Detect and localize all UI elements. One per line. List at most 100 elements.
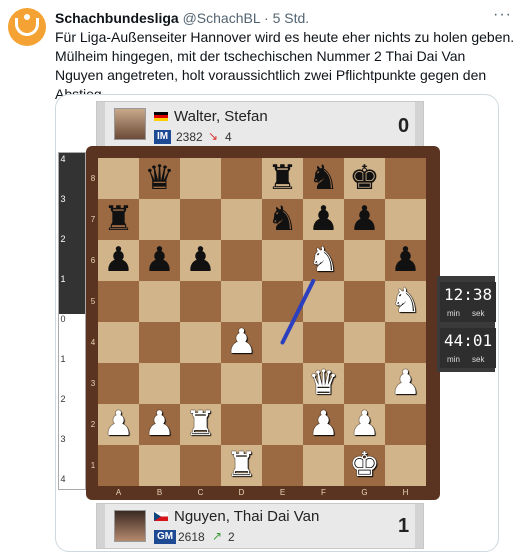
tweet-time[interactable]: 5 Std. [273, 10, 310, 26]
square-c3[interactable] [180, 363, 221, 404]
top-player-score: 0 [398, 115, 410, 137]
bottom-player-title-badge: GM [154, 530, 177, 544]
square-b7[interactable] [139, 199, 180, 240]
header-separator: · [264, 10, 269, 26]
square-f4[interactable] [303, 322, 344, 363]
square-d2[interactable] [221, 404, 262, 445]
eval-tick-label: 1 [60, 274, 66, 284]
top-clock-sec-label: sek [472, 309, 485, 318]
square-e2[interactable] [262, 404, 303, 445]
square-a1[interactable] [98, 445, 139, 486]
black-knight-piece[interactable]: ♞ [262, 199, 303, 240]
author-name[interactable]: Schachbundesliga [55, 10, 179, 26]
top-player-flag-icon [154, 112, 168, 121]
square-g5[interactable] [344, 281, 385, 322]
black-pawn-piece[interactable]: ♟ [344, 199, 385, 240]
square-c4[interactable] [180, 322, 221, 363]
black-pawn-piece[interactable]: ♟ [303, 199, 344, 240]
top-clock-min-label: min [447, 309, 460, 318]
top-player-delta: 4 [225, 130, 232, 144]
square-g3[interactable] [344, 363, 385, 404]
eval-tick-label: 4 [60, 154, 66, 164]
square-b4[interactable] [139, 322, 180, 363]
square-e1[interactable] [262, 445, 303, 486]
rank-label: 2 [90, 420, 96, 429]
white-knight-piece[interactable]: ♞ [385, 281, 426, 322]
square-h1[interactable] [385, 445, 426, 486]
tweet-header: Schachbundesliga @SchachBL · 5 Std. [55, 10, 309, 26]
white-pawn-piece[interactable]: ♟ [303, 404, 344, 445]
square-h8[interactable] [385, 158, 426, 199]
file-label: D [238, 488, 245, 497]
more-options-icon[interactable]: ··· [493, 6, 512, 24]
chess-board[interactable]: ♛ ♜ ♞ ♚ ♜ ♞ ♟ ♟ ♟ ♟ ♟ ♞ ♟ ♞ ♟ ♛ ♟ ♟ ♟ ♜ ♟ ♟ ♜ ♚ [98, 158, 426, 486]
white-pawn-piece[interactable]: ♟ [98, 404, 139, 445]
square-d7[interactable] [221, 199, 262, 240]
eval-tick-label: 0 [60, 314, 66, 324]
square-g4[interactable] [344, 322, 385, 363]
black-pawn-piece[interactable]: ♟ [98, 240, 139, 281]
square-h7[interactable] [385, 199, 426, 240]
bottom-player-rating: 2618 [178, 530, 205, 544]
black-pawn-piece[interactable]: ♟ [385, 240, 426, 281]
black-pawn-piece[interactable]: ♟ [139, 240, 180, 281]
rank-label: 7 [90, 215, 96, 224]
top-player-rating: 2382 [176, 130, 203, 144]
black-rook-piece[interactable]: ♜ [98, 199, 139, 240]
black-knight-piece[interactable]: ♞ [303, 158, 344, 199]
square-a8[interactable] [98, 158, 139, 199]
author-avatar[interactable] [8, 8, 46, 46]
square-g6[interactable] [344, 240, 385, 281]
top-player-delta-arrow-icon: ↘ [208, 129, 219, 143]
square-c8[interactable] [180, 158, 221, 199]
avatar-logo-shape [15, 18, 39, 36]
square-f1[interactable] [303, 445, 344, 486]
plate-edge-left [97, 504, 105, 548]
bottom-clock-sec-label: sek [472, 355, 485, 364]
square-e4[interactable] [262, 322, 303, 363]
square-e3[interactable] [262, 363, 303, 404]
white-pawn-piece[interactable]: ♟ [139, 404, 180, 445]
square-d5[interactable] [221, 281, 262, 322]
square-c7[interactable] [180, 199, 221, 240]
author-handle[interactable]: @SchachBL [183, 10, 261, 26]
bottom-player-delta: 2 [228, 530, 235, 544]
bottom-player-delta-arrow-icon: ↗ [212, 529, 223, 543]
white-queen-piece[interactable]: ♛ [303, 363, 344, 404]
square-a4[interactable] [98, 322, 139, 363]
black-pawn-piece[interactable]: ♟ [180, 240, 221, 281]
white-rook-piece[interactable]: ♜ [221, 445, 262, 486]
black-queen-piece[interactable]: ♛ [139, 158, 180, 199]
square-h2[interactable] [385, 404, 426, 445]
eval-tick-label: 3 [60, 434, 66, 444]
file-label: E [279, 488, 286, 497]
square-b1[interactable] [139, 445, 180, 486]
white-rook-piece[interactable]: ♜ [180, 404, 221, 445]
rank-label: 1 [90, 461, 96, 470]
white-pawn-piece[interactable]: ♟ [221, 322, 262, 363]
black-king-piece[interactable]: ♚ [344, 158, 385, 199]
square-e5[interactable] [262, 281, 303, 322]
square-a3[interactable] [98, 363, 139, 404]
square-h4[interactable] [385, 322, 426, 363]
bottom-player-score: 1 [398, 515, 410, 537]
top-player-title-badge: IM [154, 130, 172, 144]
square-f5[interactable] [303, 281, 344, 322]
black-rook-piece[interactable]: ♜ [262, 158, 303, 199]
white-pawn-piece[interactable]: ♟ [344, 404, 385, 445]
square-b3[interactable] [139, 363, 180, 404]
white-pawn-piece[interactable]: ♟ [385, 363, 426, 404]
square-a5[interactable] [98, 281, 139, 322]
white-king-piece[interactable]: ♚ [344, 445, 385, 486]
square-c5[interactable] [180, 281, 221, 322]
square-b5[interactable] [139, 281, 180, 322]
plate-edge-right [415, 102, 423, 148]
square-d6[interactable] [221, 240, 262, 281]
file-label: H [402, 488, 409, 497]
square-e6[interactable] [262, 240, 303, 281]
square-d8[interactable] [221, 158, 262, 199]
square-d3[interactable] [221, 363, 262, 404]
top-player-name: Walter, Stefan [174, 108, 268, 125]
white-knight-piece[interactable]: ♞ [303, 240, 344, 281]
square-c1[interactable] [180, 445, 221, 486]
